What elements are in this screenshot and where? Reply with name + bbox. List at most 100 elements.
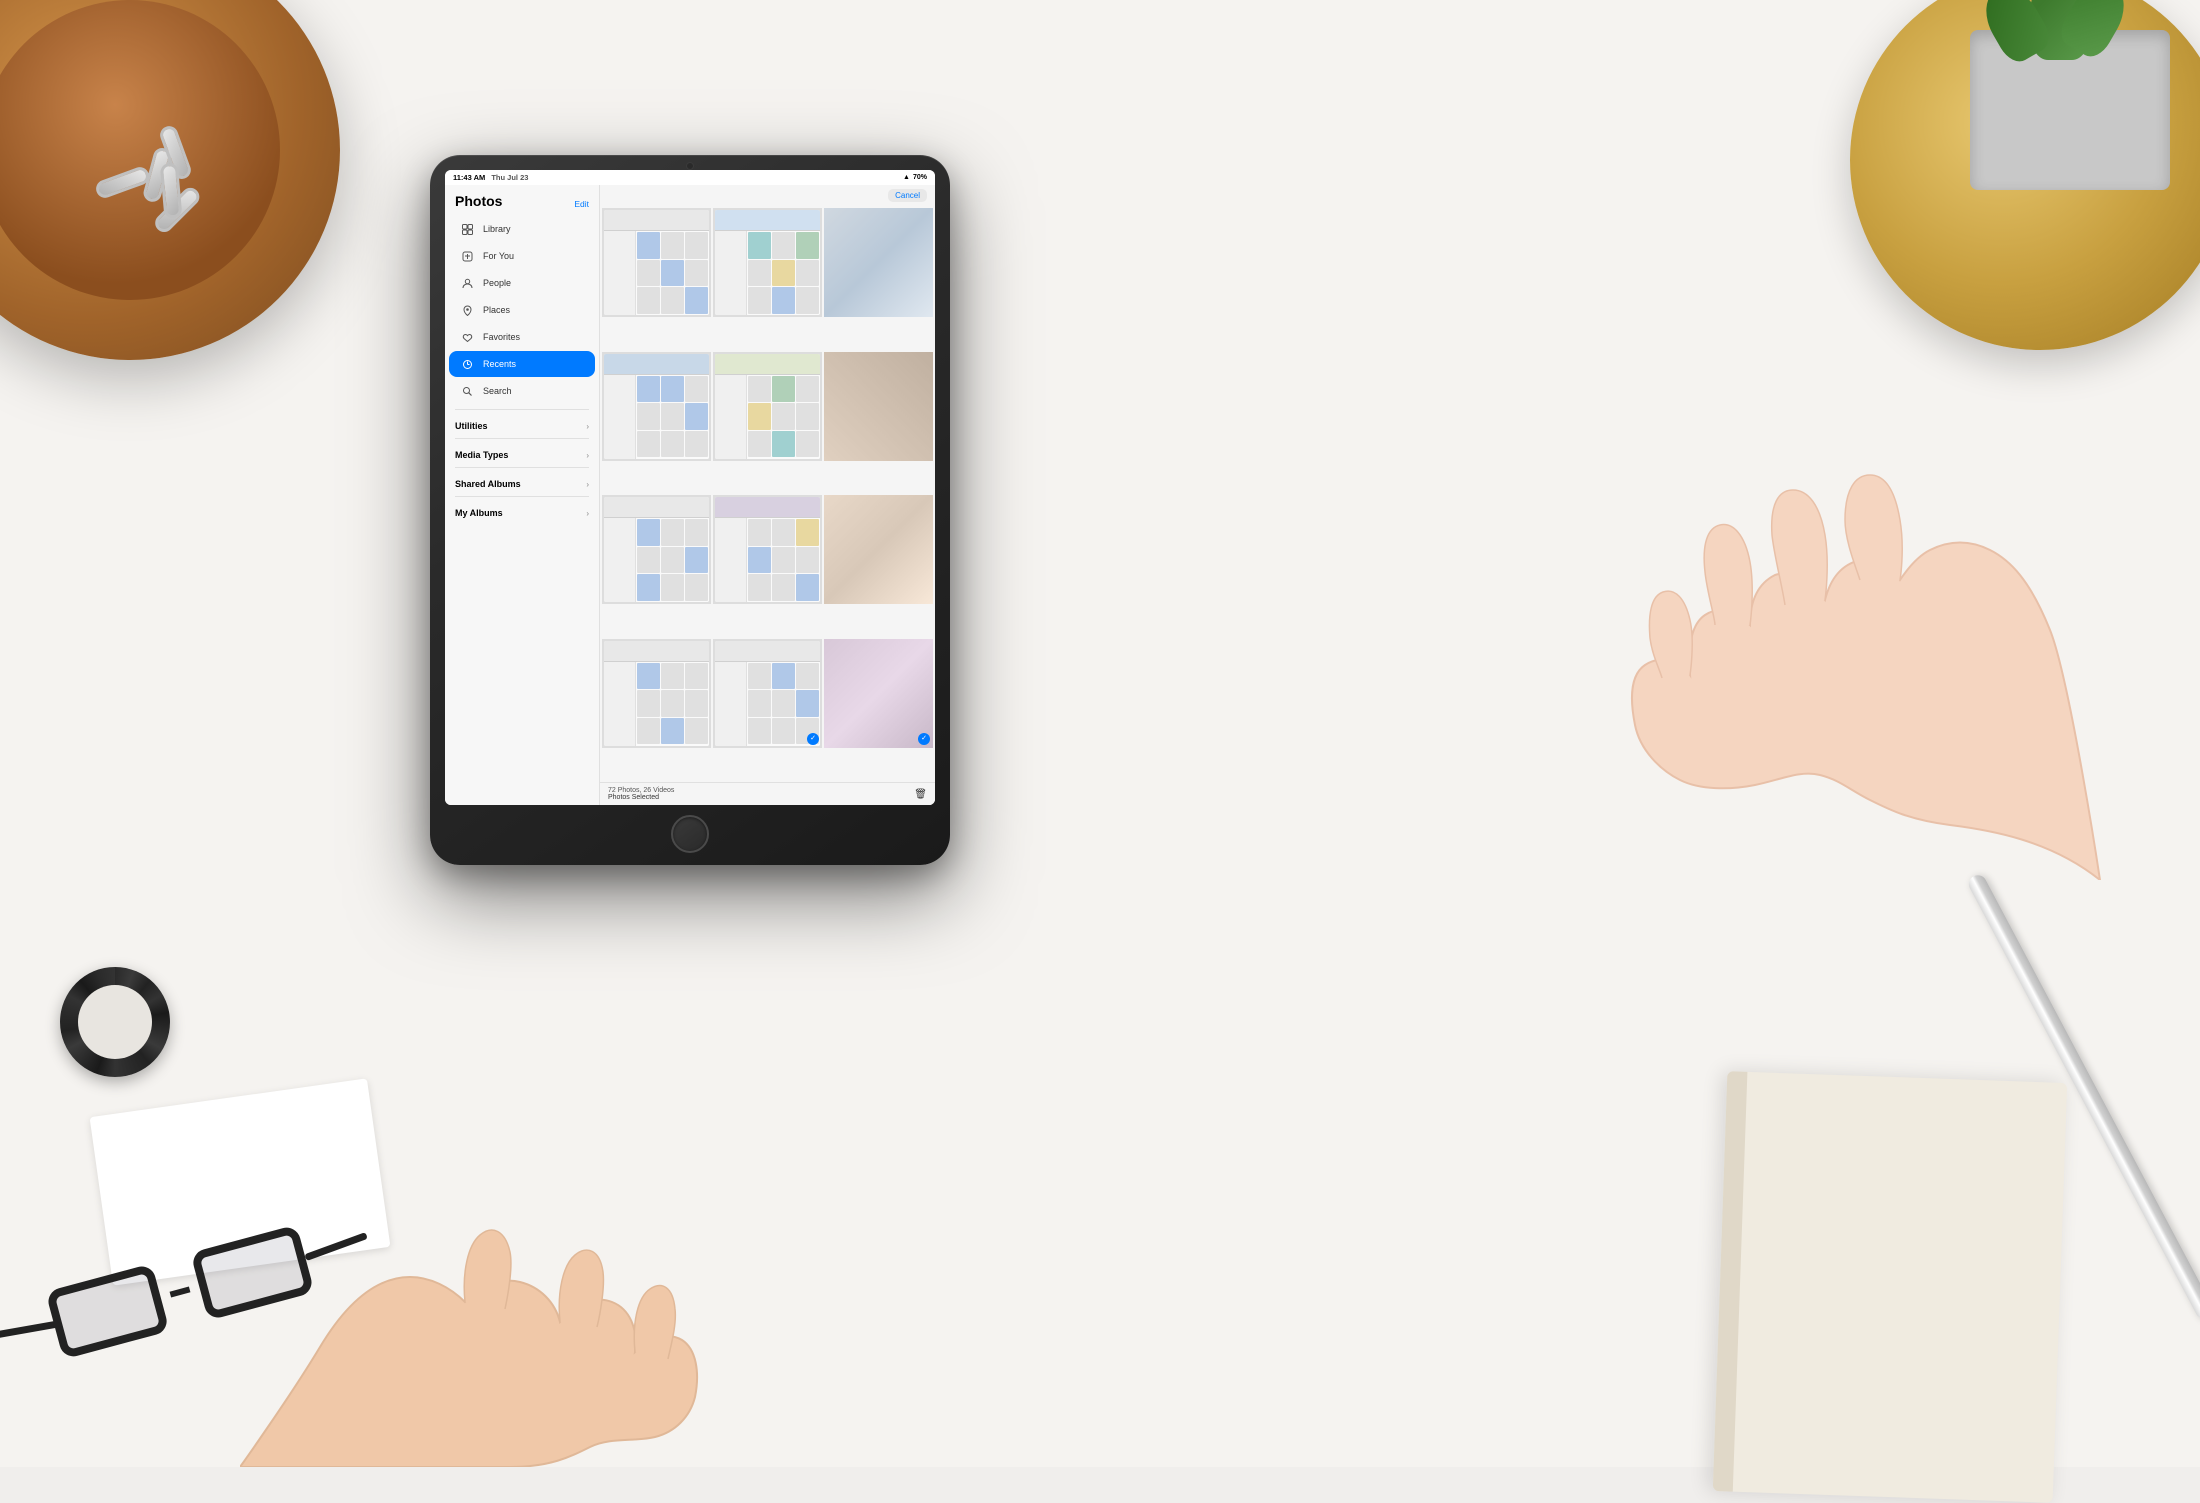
status-date: Thu Jul 23 — [491, 173, 528, 182]
trash-icon[interactable]: 🗑 — [914, 789, 927, 800]
ss-cell — [661, 690, 684, 717]
ss-cell — [748, 260, 771, 287]
right-hand-svg — [1550, 280, 2150, 880]
places-icon — [459, 302, 475, 318]
photo-thumbnail-7[interactable] — [602, 495, 711, 604]
photo-thumbnail-10[interactable] — [602, 639, 711, 748]
ss-cell — [748, 287, 771, 314]
favorites-icon — [459, 329, 475, 345]
utilities-chevron-icon: › — [586, 422, 589, 431]
washi-tape-decoration — [60, 967, 170, 1077]
photo-thumbnail-1[interactable] — [602, 208, 711, 317]
ss-cell — [661, 519, 684, 546]
sidebar-navigation: Library For You — [445, 213, 599, 407]
people-label: People — [483, 278, 511, 288]
ss-main-1 — [636, 231, 710, 315]
glasses-frame — [45, 1225, 314, 1360]
app-layout: Photos Edit Library — [445, 185, 935, 805]
sidebar-edit-button[interactable]: Edit — [574, 199, 589, 209]
notebook-spine — [1713, 1071, 1748, 1491]
ipad-device: 11:43 AM Thu Jul 23 ▲ 70% P — [430, 155, 950, 865]
content-status-bar: 72 Photos, 26 Videos Photos Selected 🗑 — [600, 782, 935, 805]
ss-header-7 — [604, 497, 709, 518]
ss-cell — [661, 403, 684, 430]
screenshot-preview-7 — [604, 497, 709, 602]
ss-cell — [772, 232, 795, 259]
content-header: Cancel — [600, 185, 935, 206]
photo-inner-6 — [824, 352, 933, 461]
ss-sidebar-5 — [715, 375, 747, 459]
ss-cell — [661, 260, 684, 287]
photo-thumbnail-5[interactable] — [713, 352, 822, 461]
ss-header-2 — [715, 210, 820, 231]
ss-cell — [796, 547, 819, 574]
sidebar-item-search[interactable]: Search — [449, 378, 595, 404]
ss-body-10 — [604, 662, 709, 746]
paper-clips-decoration — [140, 140, 260, 260]
ss-cell — [772, 376, 795, 403]
notebook-decoration — [1713, 1071, 2067, 1503]
ss-cell — [637, 663, 660, 690]
my-albums-header[interactable]: My Albums › — [445, 503, 599, 523]
sidebar-item-people[interactable]: People — [449, 270, 595, 296]
ss-sidebar-10 — [604, 662, 636, 746]
ipad-home-button[interactable] — [671, 815, 709, 853]
shared-albums-chevron-icon: › — [586, 480, 589, 489]
ss-body-1 — [604, 231, 709, 315]
ss-cell — [637, 376, 660, 403]
screenshot-preview-8 — [715, 497, 820, 602]
utilities-header[interactable]: Utilities › — [445, 416, 599, 436]
ss-cell — [748, 663, 771, 690]
sidebar-item-places[interactable]: Places — [449, 297, 595, 323]
sidebar-item-favorites[interactable]: Favorites — [449, 324, 595, 350]
ss-cell — [637, 718, 660, 745]
screenshot-preview-1 — [604, 210, 709, 315]
ss-cell — [661, 547, 684, 574]
screen-content: 11:43 AM Thu Jul 23 ▲ 70% P — [445, 170, 935, 805]
ss-main-10 — [636, 662, 710, 746]
ss-main-5 — [747, 375, 821, 459]
ss-cell — [748, 574, 771, 601]
sidebar-item-library[interactable]: Library — [449, 216, 595, 242]
ss-cell — [685, 403, 708, 430]
cancel-button[interactable]: Cancel — [888, 189, 927, 202]
photo-thumbnail-4[interactable] — [602, 352, 711, 461]
ss-cell — [661, 431, 684, 458]
ss-cell — [772, 547, 795, 574]
ss-cell — [661, 718, 684, 745]
ss-header-4 — [604, 354, 709, 375]
ss-body-5 — [715, 375, 820, 459]
ss-cell — [748, 547, 771, 574]
search-icon — [459, 383, 475, 399]
ss-cell — [748, 403, 771, 430]
shared-albums-header[interactable]: Shared Albums › — [445, 474, 599, 494]
ss-cell — [796, 260, 819, 287]
for-you-icon — [459, 248, 475, 264]
photos-selected-text: Photos Selected — [608, 794, 674, 801]
search-label: Search — [483, 386, 512, 396]
screenshot-preview-4 — [604, 354, 709, 459]
media-types-header[interactable]: Media Types › — [445, 445, 599, 465]
photo-thumbnail-12[interactable] — [824, 639, 933, 748]
ss-header-5 — [715, 354, 820, 375]
ss-cell — [796, 519, 819, 546]
wifi-icon: ▲ — [903, 174, 910, 181]
photo-thumbnail-8[interactable] — [713, 495, 822, 604]
sidebar-item-recents[interactable]: Recents — [449, 351, 595, 377]
sidebar-divider-1 — [455, 409, 589, 410]
ss-cell — [796, 287, 819, 314]
ss-cell — [685, 431, 708, 458]
sidebar-item-for-you[interactable]: For You — [449, 243, 595, 269]
photo-thumbnail-9[interactable] — [824, 495, 933, 604]
ss-cell — [685, 232, 708, 259]
photo-thumbnail-6[interactable] — [824, 352, 933, 461]
photo-thumbnail-3[interactable] — [824, 208, 933, 317]
my-albums-section: My Albums › — [445, 503, 599, 523]
utilities-title: Utilities — [455, 421, 488, 431]
photo-thumbnail-2[interactable] — [713, 208, 822, 317]
photo-thumbnail-11[interactable] — [713, 639, 822, 748]
my-albums-chevron-icon: › — [586, 509, 589, 518]
people-icon — [459, 275, 475, 291]
ss-cell — [796, 718, 819, 745]
ss-main-2 — [747, 231, 821, 315]
